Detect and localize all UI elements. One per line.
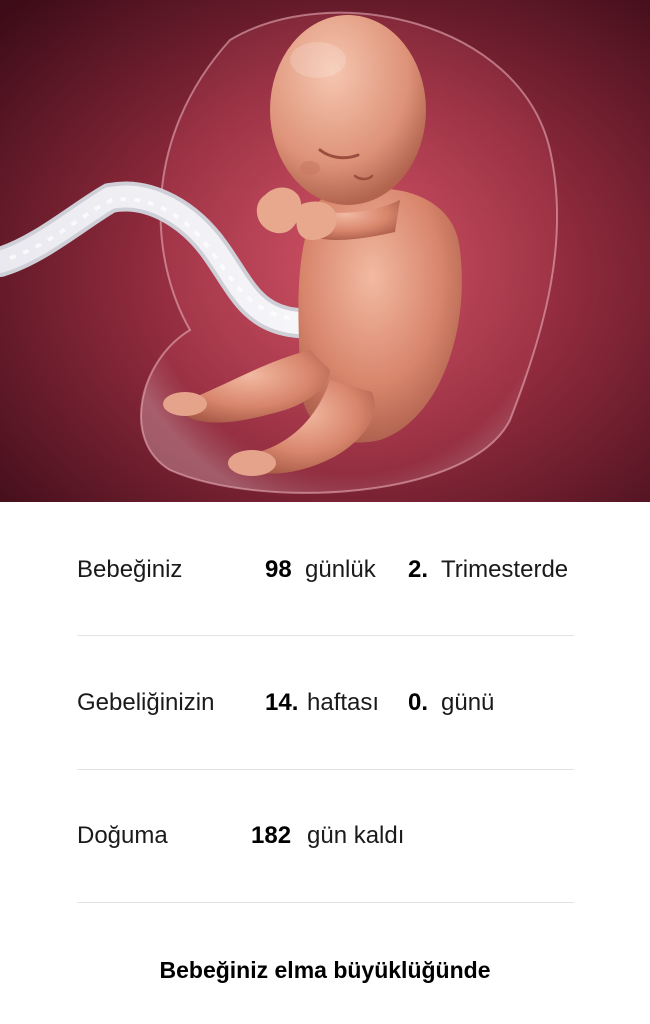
pregnancy-week-label: Gebeliğinizin bbox=[77, 689, 215, 716]
days-remaining-value: 182 bbox=[251, 822, 292, 849]
pregnancy-week-row: Gebeliğinizin 14. haftası 0. günü bbox=[0, 683, 650, 723]
pregnancy-day-value: 0. bbox=[408, 689, 429, 716]
trimester-unit: Trimesterde bbox=[441, 556, 569, 583]
pregnancy-week-unit: haftası bbox=[307, 689, 380, 716]
due-date-row: Doğuma 182 gün kaldı bbox=[0, 816, 650, 856]
days-remaining-unit: gün kaldı bbox=[307, 822, 405, 849]
baby-age-row: Bebeğiniz 98 günlük 2. Trimesterde bbox=[0, 550, 650, 590]
baby-size-comparison: Bebeğiniz elma büyüklüğünde bbox=[159, 957, 491, 983]
fetus-illustration bbox=[0, 0, 650, 502]
due-date-label: Doğuma bbox=[77, 822, 168, 849]
baby-age-days-value: 98 bbox=[265, 556, 292, 583]
divider bbox=[77, 635, 574, 636]
divider bbox=[77, 902, 574, 903]
baby-age-label: Bebeğiniz bbox=[77, 556, 183, 583]
pregnancy-day-unit: günü bbox=[441, 689, 495, 716]
baby-age-days-unit: günlük bbox=[305, 556, 376, 583]
pregnancy-info-panel: Bebeğiniz 98 günlük 2. Trimesterde Gebel… bbox=[0, 502, 650, 1024]
divider bbox=[77, 769, 574, 770]
pregnancy-week-value: 14. bbox=[265, 689, 299, 716]
trimester-value: 2. bbox=[408, 556, 429, 583]
